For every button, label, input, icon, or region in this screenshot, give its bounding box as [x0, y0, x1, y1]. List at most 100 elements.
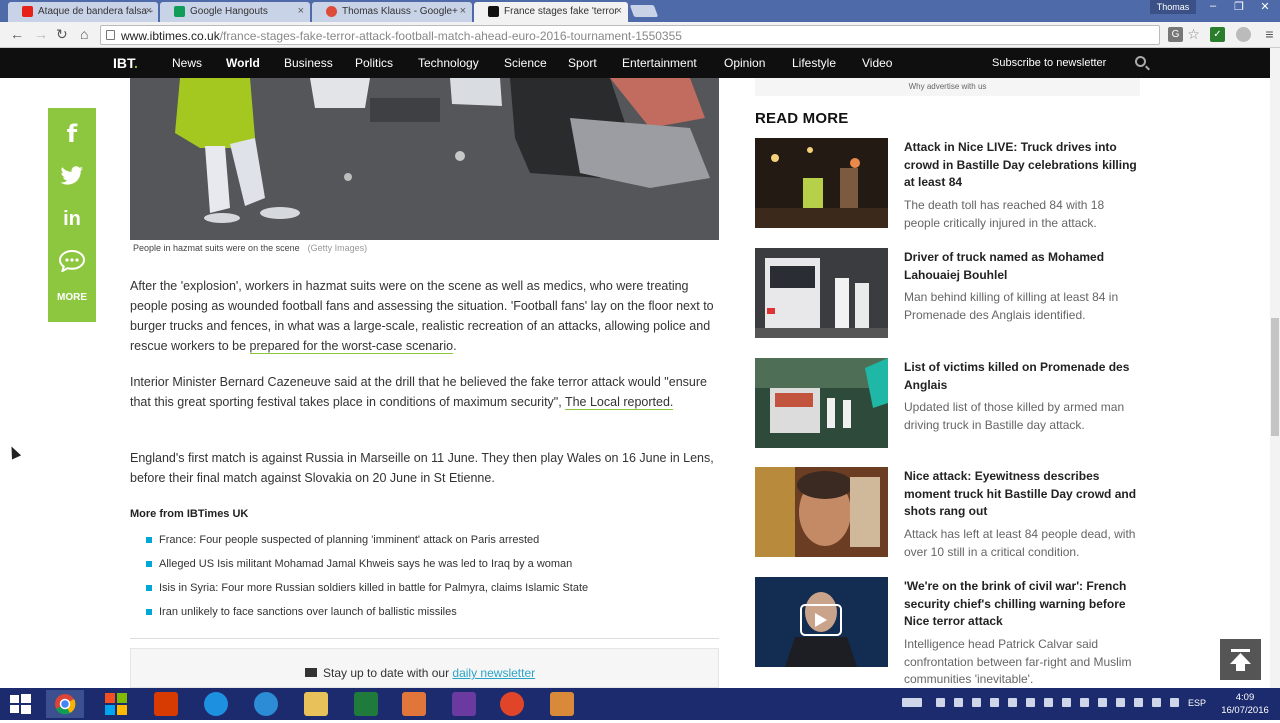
browser-tab-ibtimes[interactable]: France stages fake 'terror ×	[474, 2, 628, 22]
story-title[interactable]: Nice attack: Eyewitness describes moment…	[904, 468, 1140, 521]
story-thumbnail[interactable]	[755, 138, 888, 228]
nav-world[interactable]: World	[226, 56, 260, 70]
url-host: www.ibtimes.co.uk	[121, 29, 220, 43]
related-link-text: France: Four people suspected of plannin…	[159, 534, 540, 546]
new-tab-button[interactable]	[629, 5, 659, 17]
app-icon[interactable]	[402, 692, 426, 716]
story-title[interactable]: List of victims killed on Promenade des …	[904, 359, 1140, 394]
story-summary: Man behind killing of killing at least 8…	[904, 290, 1119, 322]
comment-icon[interactable]	[48, 249, 96, 277]
the-local-link[interactable]: The Local reported.	[564, 395, 674, 410]
twitter-icon[interactable]	[48, 166, 96, 191]
tray-app-icon[interactable]	[1008, 698, 1017, 707]
bookmark-star-icon[interactable]: ☆	[1186, 27, 1201, 42]
tray-app-icon[interactable]	[1080, 698, 1089, 707]
nav-science[interactable]: Science	[504, 56, 547, 70]
youtube-icon	[22, 6, 33, 17]
tray-app-icon[interactable]	[1116, 698, 1125, 707]
scrollbar-thumb[interactable]	[1271, 318, 1279, 436]
story-title[interactable]: Attack in Nice LIVE: Truck drives into c…	[904, 139, 1140, 192]
facebook-icon[interactable]: f	[48, 120, 96, 148]
search-icon[interactable]	[1135, 56, 1146, 67]
nav-video[interactable]: Video	[862, 56, 892, 70]
advertise-note[interactable]: Why advertise with us	[755, 78, 1140, 96]
media-app-icon[interactable]	[500, 692, 524, 716]
related-link[interactable]: Isis in Syria: Four more Russian soldier…	[146, 582, 588, 594]
story-summary: The death toll has reached 84 with 18 pe…	[904, 198, 1105, 230]
windows-start-icon[interactable]	[8, 692, 32, 716]
page-info-icon[interactable]	[106, 30, 115, 40]
story-thumbnail[interactable]	[755, 248, 888, 338]
keyboard-icon[interactable]	[902, 698, 922, 707]
window-close-icon[interactable]: ✕	[1252, 0, 1278, 13]
home-icon[interactable]: ⌂	[80, 26, 88, 42]
office-icon[interactable]	[154, 692, 178, 716]
story-title[interactable]: 'We're on the brink of civil war': Frenc…	[904, 578, 1140, 631]
close-icon[interactable]: ×	[298, 5, 304, 17]
back-to-top-button[interactable]	[1220, 639, 1261, 680]
nav-opinion[interactable]: Opinion	[724, 56, 765, 70]
browser-tab-hangouts[interactable]: Google Hangouts ×	[160, 2, 310, 22]
tray-app-icon[interactable]	[1098, 698, 1107, 707]
video-player-icon[interactable]	[550, 692, 574, 716]
daily-newsletter-link[interactable]: daily newsletter	[452, 666, 535, 680]
tray-app-icon[interactable]	[1026, 698, 1035, 707]
network-icon[interactable]	[972, 698, 981, 707]
chrome-taskbar-icon[interactable]	[46, 690, 84, 718]
close-icon[interactable]: ×	[616, 5, 622, 17]
reload-icon[interactable]: ↻	[56, 26, 68, 43]
related-link[interactable]: Iran unlikely to face sanctions over lau…	[146, 606, 457, 618]
related-link[interactable]: France: Four people suspected of plannin…	[146, 534, 539, 546]
file-explorer-icon[interactable]	[304, 692, 328, 716]
tray-app-icon[interactable]	[1170, 698, 1179, 707]
profile-button[interactable]: Thomas	[1150, 0, 1196, 14]
tray-app-icon[interactable]	[1152, 698, 1161, 707]
minimize-icon[interactable]: –	[1200, 0, 1226, 12]
linkedin-icon[interactable]: in	[48, 208, 96, 231]
browser-tab-youtube[interactable]: Ataque de bandera falsa - ×	[8, 2, 158, 22]
tray-app-icon[interactable]	[1044, 698, 1053, 707]
nav-sport[interactable]: Sport	[568, 56, 597, 70]
nav-business[interactable]: Business	[284, 56, 333, 70]
related-link-text: Alleged US Isis militant Mohamad Jamal K…	[159, 558, 573, 570]
arrow-up-icon	[1230, 649, 1251, 671]
bluetooth-icon[interactable]	[936, 698, 945, 707]
input-language[interactable]: ESP	[1188, 698, 1206, 708]
nav-news[interactable]: News	[172, 56, 202, 70]
safari-icon[interactable]	[254, 692, 278, 716]
nav-lifestyle[interactable]: Lifestyle	[792, 56, 836, 70]
internet-explorer-icon[interactable]	[204, 692, 228, 716]
story-thumbnail[interactable]	[755, 358, 888, 448]
worst-case-scenario-link[interactable]: prepared for the worst-case scenario	[249, 339, 454, 354]
volume-icon[interactable]	[954, 698, 963, 707]
tab-title: France stages fake 'terror	[504, 6, 618, 17]
tray-app-icon[interactable]	[990, 698, 999, 707]
app-icon[interactable]	[452, 692, 476, 716]
translate-icon[interactable]: G	[1168, 27, 1183, 42]
tray-app-icon[interactable]	[1062, 698, 1071, 707]
story-title[interactable]: Driver of truck named as Mohamed Lahouai…	[904, 249, 1140, 284]
close-icon[interactable]: ×	[460, 5, 466, 17]
menu-icon[interactable]: ≡	[1262, 27, 1277, 42]
forward-icon[interactable]: →	[34, 26, 48, 42]
extension-icon[interactable]: ✓	[1210, 27, 1225, 42]
site-logo[interactable]: IBT.	[113, 55, 138, 71]
back-icon[interactable]: ←	[10, 26, 24, 42]
related-link[interactable]: Alleged US Isis militant Mohamad Jamal K…	[146, 558, 572, 570]
nav-entertainment[interactable]: Entertainment	[622, 56, 697, 70]
close-icon[interactable]: ×	[146, 5, 152, 17]
excel-icon[interactable]	[354, 692, 378, 716]
nav-politics[interactable]: Politics	[355, 56, 393, 70]
subscribe-link[interactable]: Subscribe to newsletter	[992, 57, 1106, 69]
extension-icon[interactable]	[1236, 27, 1251, 42]
system-clock[interactable]: 4:09 16/07/2016	[1218, 691, 1272, 717]
address-bar[interactable]: www.ibtimes.co.uk/france-stages-fake-ter…	[100, 25, 1160, 45]
nav-technology[interactable]: Technology	[418, 56, 479, 70]
maximize-icon[interactable]: ❐	[1226, 0, 1252, 13]
browser-tab-googleplus[interactable]: Thomas Klauss - Google+ ×	[312, 2, 472, 22]
tray-app-icon[interactable]	[1134, 698, 1143, 707]
store-icon[interactable]	[104, 692, 128, 716]
story-thumbnail[interactable]	[755, 467, 888, 557]
story-video-thumbnail[interactable]	[755, 577, 888, 667]
more-share-button[interactable]: MORE	[48, 292, 96, 303]
